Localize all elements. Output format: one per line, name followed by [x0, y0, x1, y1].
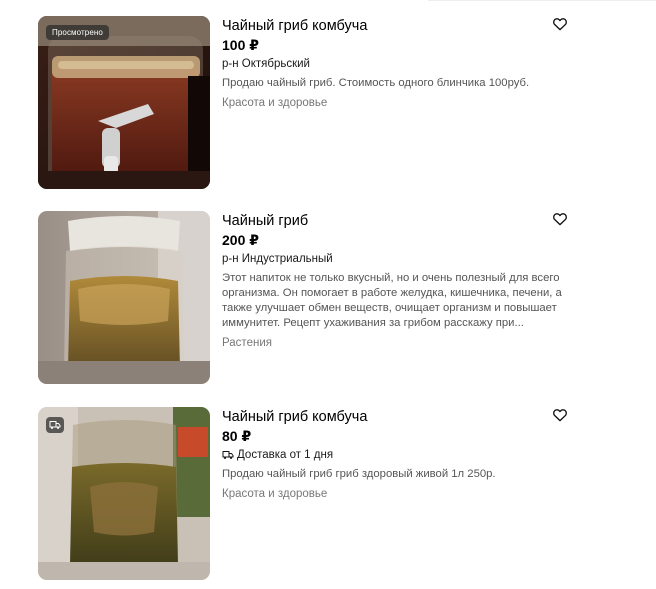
description-line: Этот напиток не только вкусный, но и оче… — [222, 272, 560, 284]
delivery-badge — [46, 417, 64, 433]
listing-category: Красота и здоровье — [222, 97, 328, 109]
heart-outline-icon[interactable] — [552, 211, 568, 227]
heart-outline-icon[interactable] — [552, 16, 568, 32]
listing-category: Красота и здоровье — [222, 488, 328, 500]
kombucha-jar-photo — [38, 16, 210, 189]
listing-description: Продаю чайный гриб. Стоимость одного бли… — [222, 77, 530, 89]
listing-location: р-н Индустриальный — [222, 253, 333, 265]
delivery-text: Доставка от 1 дня — [237, 449, 334, 461]
listing-info: Чайный гриб комбуча 100 ₽ р-н Октябрьски… — [222, 16, 572, 111]
viewed-badge: Просмотрено — [46, 25, 109, 40]
listing-info: Чайный гриб 200 ₽ р-н Индустриальный Это… — [222, 211, 572, 351]
listing-info: Чайный гриб комбуча 80 ₽ Доставка от 1 д… — [222, 407, 572, 502]
kombucha-jar-photo — [38, 211, 210, 384]
listing-title[interactable]: Чайный гриб комбуча — [222, 17, 572, 35]
heart-outline-icon[interactable] — [552, 407, 568, 423]
kombucha-jar-photo — [38, 407, 210, 580]
listing-card[interactable]: Чайный гриб 200 ₽ р-н Индустриальный Это… — [38, 211, 618, 385]
listing-photo[interactable]: Просмотрено — [38, 16, 210, 189]
delivery-info: Доставка от 1 дня — [222, 447, 572, 463]
listing-description: Этот напиток не только вкусный, но и оче… — [222, 271, 572, 331]
listing-title[interactable]: Чайный гриб комбуча — [222, 408, 572, 426]
listing-photo[interactable] — [38, 211, 210, 384]
top-divider — [428, 0, 656, 1]
description-line: иммунитет. Рецепт ухаживания за грибом р… — [222, 317, 524, 329]
delivery-truck-icon — [222, 450, 234, 460]
listing-photo[interactable] — [38, 407, 210, 580]
listing-title[interactable]: Чайный гриб — [222, 212, 572, 230]
listing-description: Продаю чайный гриб гриб здоровый живой 1… — [222, 468, 496, 480]
listing-price: 100 ₽ — [222, 37, 259, 53]
description-line: также улучшает обмен веществ, очищает ор… — [222, 302, 557, 314]
listing-card[interactable]: Чайный гриб комбуча 80 ₽ Доставка от 1 д… — [38, 407, 618, 581]
description-line: организма. Он помогает в работе желудка,… — [222, 287, 562, 299]
listing-price: 200 ₽ — [222, 232, 259, 248]
listing-location: р-н Октябрьский — [222, 58, 310, 70]
listing-price: 80 ₽ — [222, 428, 252, 444]
listing-card[interactable]: Просмотрено Чайный гриб комбуча 100 ₽ р-… — [38, 16, 618, 190]
listing-category: Растения — [222, 337, 272, 349]
delivery-truck-icon — [49, 421, 61, 429]
